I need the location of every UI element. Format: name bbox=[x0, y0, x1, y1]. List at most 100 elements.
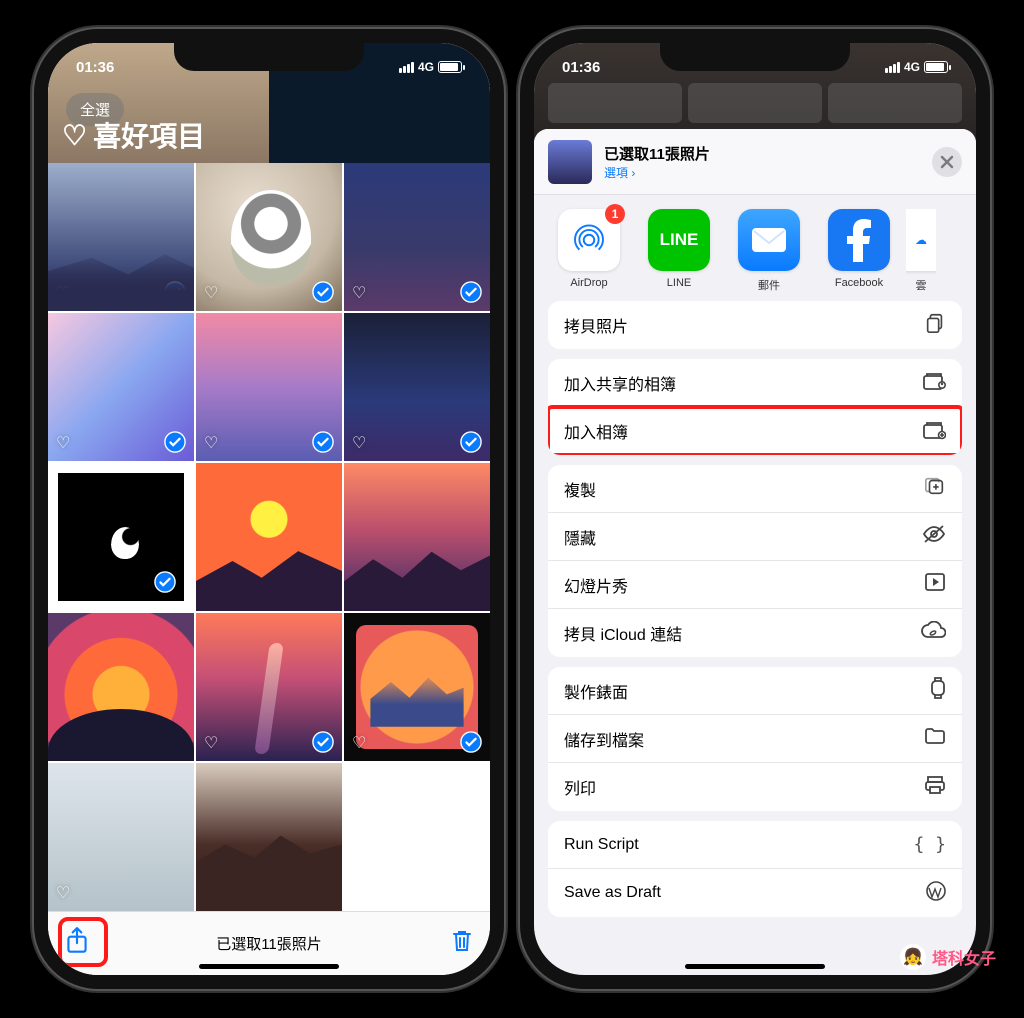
photo-thumb[interactable]: ♡ bbox=[344, 613, 490, 761]
app-label: 雲 bbox=[916, 277, 927, 293]
favorites-title-text: 喜好項目 bbox=[93, 115, 205, 155]
watch-face-action[interactable]: 製作錶面 bbox=[548, 667, 962, 715]
status-time: 01:36 bbox=[76, 59, 114, 76]
mail-app[interactable]: 郵件 bbox=[726, 209, 812, 293]
share-sheet: 已選取11張照片 選項 › 1 AirDrop LINE LINE 郵件 bbox=[534, 129, 976, 975]
heart-icon: ♡ bbox=[204, 583, 218, 603]
action-group: 複製 隱藏 幻燈片秀 拷貝 iCloud 連結 bbox=[548, 465, 962, 657]
action-label: 隱藏 bbox=[564, 525, 596, 549]
home-indicator[interactable] bbox=[199, 964, 339, 969]
selected-check-icon bbox=[460, 581, 482, 603]
signal-bars-icon bbox=[399, 62, 414, 73]
photo-thumb[interactable]: ♡ bbox=[196, 163, 342, 311]
copy-photo-action[interactable]: 拷貝照片 bbox=[548, 301, 962, 349]
selected-check-icon bbox=[312, 581, 334, 603]
line-app[interactable]: LINE LINE bbox=[636, 209, 722, 293]
selected-check-icon bbox=[312, 881, 334, 903]
notch bbox=[174, 43, 364, 71]
selected-check-icon bbox=[164, 731, 186, 753]
printer-icon bbox=[924, 775, 946, 800]
shared-album-icon bbox=[922, 369, 946, 396]
sheet-title: 已選取11張照片 bbox=[604, 143, 920, 164]
photo-thumb[interactable]: ♡ bbox=[48, 163, 194, 311]
photo-thumb[interactable]: ♡ bbox=[196, 313, 342, 461]
heart-icon: ♡ bbox=[204, 283, 218, 303]
heart-icon: ♡ bbox=[352, 733, 366, 753]
share-actions-scroll[interactable]: 拷貝照片 加入共享的相簿 加入相簿 複製 bbox=[534, 301, 976, 927]
photo-thumb[interactable]: ♡ bbox=[344, 163, 490, 311]
action-label: 加入相簿 bbox=[564, 419, 628, 443]
action-label: 列印 bbox=[564, 775, 596, 799]
photo-thumb[interactable]: ♡ bbox=[196, 613, 342, 761]
phone-right-share-sheet: 01:36 4G 已選取11張照片 選項 › 1 AirDrop bbox=[520, 29, 990, 989]
line-icon: LINE bbox=[648, 209, 710, 271]
cloud-app[interactable]: ☁︎ 雲 bbox=[906, 209, 936, 293]
share-button[interactable] bbox=[64, 926, 90, 961]
share-apps-row[interactable]: 1 AirDrop LINE LINE 郵件 Facebook ☁︎ 雲 bbox=[534, 195, 976, 301]
facebook-icon bbox=[844, 218, 874, 262]
airdrop-badge: 1 bbox=[605, 204, 625, 224]
action-group: 拷貝照片 bbox=[548, 301, 962, 349]
save-files-action[interactable]: 儲存到檔案 bbox=[548, 715, 962, 763]
selected-check-icon bbox=[312, 281, 334, 303]
add-shared-album-action[interactable]: 加入共享的相簿 bbox=[548, 359, 962, 407]
airdrop-app[interactable]: 1 AirDrop bbox=[546, 209, 632, 293]
photos-app: 全選 取消 ♡ 喜好項目 ♡ ♡ ♡ ♡ ♡ ♡ ♡ ♡ ♡ ♡ ♡ ♡ ♡ ♡ bbox=[48, 43, 490, 975]
eye-slash-icon bbox=[922, 524, 946, 549]
action-label: 加入共享的相簿 bbox=[564, 371, 676, 395]
photo-thumb[interactable]: ♡ bbox=[48, 313, 194, 461]
print-action[interactable]: 列印 bbox=[548, 763, 962, 811]
signal-bars-icon bbox=[885, 62, 900, 73]
photo-thumb[interactable]: ♡ bbox=[344, 463, 490, 611]
watermark: 👧 塔科女子 bbox=[900, 944, 996, 970]
action-label: Save as Draft bbox=[564, 884, 661, 902]
share-icon bbox=[64, 926, 90, 956]
heart-icon: ♡ bbox=[352, 283, 366, 303]
photo-thumb[interactable]: ♡ bbox=[48, 763, 194, 911]
network-label: 4G bbox=[904, 60, 920, 74]
status-time: 01:36 bbox=[562, 59, 600, 76]
favorites-title: ♡ 喜好項目 bbox=[62, 115, 205, 155]
action-label: 製作錶面 bbox=[564, 679, 628, 703]
selected-check-icon bbox=[460, 281, 482, 303]
save-draft-action[interactable]: Save as Draft bbox=[548, 869, 962, 917]
photo-thumb[interactable]: ♡ bbox=[344, 313, 490, 461]
photo-grid[interactable]: ♡ ♡ ♡ ♡ ♡ ♡ ♡ ♡ ♡ ♡ ♡ ♡ ♡ ♡ bbox=[48, 163, 490, 911]
heart-icon: ♡ bbox=[66, 573, 80, 593]
photo-thumb[interactable]: ♡ bbox=[196, 763, 342, 911]
selected-check-icon bbox=[312, 731, 334, 753]
home-indicator[interactable] bbox=[685, 964, 825, 969]
cloud-link-icon bbox=[920, 621, 946, 646]
selected-check-icon bbox=[460, 431, 482, 453]
cancel-button[interactable]: 取消 bbox=[414, 93, 472, 126]
share-sheet-header: 已選取11張照片 選項 › bbox=[534, 129, 976, 195]
heart-icon: ♡ bbox=[56, 433, 70, 453]
sheet-preview-thumb bbox=[548, 140, 592, 184]
heart-icon: ♡ bbox=[62, 119, 87, 152]
selected-check-icon bbox=[164, 431, 186, 453]
photo-thumb[interactable]: ♡ bbox=[196, 463, 342, 611]
duplicate-action[interactable]: 複製 bbox=[548, 465, 962, 513]
photo-thumb[interactable]: ♡ bbox=[48, 613, 194, 761]
close-icon bbox=[940, 155, 954, 169]
album-add-icon bbox=[922, 418, 946, 445]
hide-action[interactable]: 隱藏 bbox=[548, 513, 962, 561]
battery-icon bbox=[438, 61, 462, 73]
heart-icon: ♡ bbox=[352, 583, 366, 603]
action-label: 複製 bbox=[564, 477, 596, 501]
action-group: 加入共享的相簿 加入相簿 bbox=[548, 359, 962, 455]
options-link[interactable]: 選項 › bbox=[604, 164, 920, 181]
run-script-action[interactable]: Run Script { } bbox=[548, 821, 962, 869]
folder-icon bbox=[924, 727, 946, 750]
slideshow-action[interactable]: 幻燈片秀 bbox=[548, 561, 962, 609]
facebook-app[interactable]: Facebook bbox=[816, 209, 902, 293]
photo-thumb[interactable] bbox=[344, 763, 490, 911]
network-label: 4G bbox=[418, 60, 434, 74]
copy-icloud-link-action[interactable]: 拷貝 iCloud 連結 bbox=[548, 609, 962, 657]
photo-thumb[interactable]: ♡ bbox=[48, 463, 194, 611]
action-label: 拷貝照片 bbox=[564, 313, 628, 337]
watch-icon bbox=[930, 676, 946, 705]
add-album-action[interactable]: 加入相簿 bbox=[548, 407, 962, 455]
duplicate-icon bbox=[924, 475, 946, 502]
close-button[interactable] bbox=[932, 147, 962, 177]
